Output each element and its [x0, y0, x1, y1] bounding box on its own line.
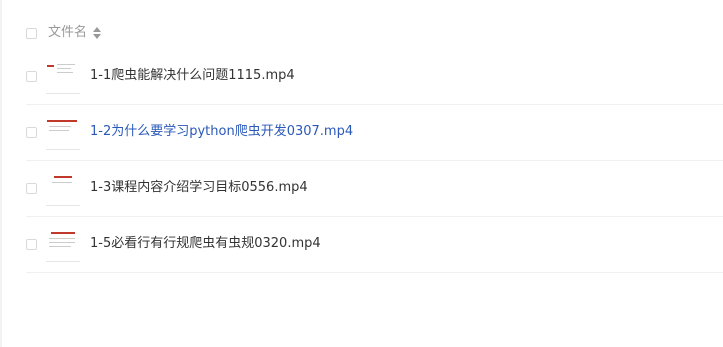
select-all-checkbox[interactable]: [26, 28, 37, 39]
row-checkbox[interactable]: [26, 127, 37, 138]
file-name-link[interactable]: 1-1爬虫能解决什么问题1115.mp4: [90, 67, 295, 85]
row-checkbox[interactable]: [26, 239, 37, 250]
row-checkbox[interactable]: [26, 71, 37, 82]
file-row[interactable]: 1-5必看行有行规爬虫有虫规0320.mp4: [26, 217, 723, 273]
file-name-link[interactable]: 1-3课程内容介绍学习目标0556.mp4: [90, 179, 308, 197]
sort-icon[interactable]: [93, 27, 101, 39]
video-thumbnail-icon: [46, 59, 80, 95]
video-thumbnail-icon: [46, 227, 80, 263]
row-checkbox[interactable]: [26, 183, 37, 194]
video-thumbnail-icon: [46, 171, 80, 207]
file-name-link[interactable]: 1-2为什么要学习python爬虫开发0307.mp4: [90, 123, 353, 141]
video-thumbnail-icon: [46, 115, 80, 151]
file-row[interactable]: 1-2为什么要学习python爬虫开发0307.mp4: [26, 105, 723, 161]
column-header-filename[interactable]: 文件名: [48, 24, 87, 42]
file-row[interactable]: 1-3课程内容介绍学习目标0556.mp4: [26, 161, 723, 217]
file-row[interactable]: 1-1爬虫能解决什么问题1115.mp4: [26, 49, 723, 105]
file-name-link[interactable]: 1-5必看行有行规爬虫有虫规0320.mp4: [90, 235, 321, 253]
file-list-page: 文件名 1-1爬虫能解决什么问题1115.mp4 1-2为什么要学习python…: [0, 0, 723, 347]
